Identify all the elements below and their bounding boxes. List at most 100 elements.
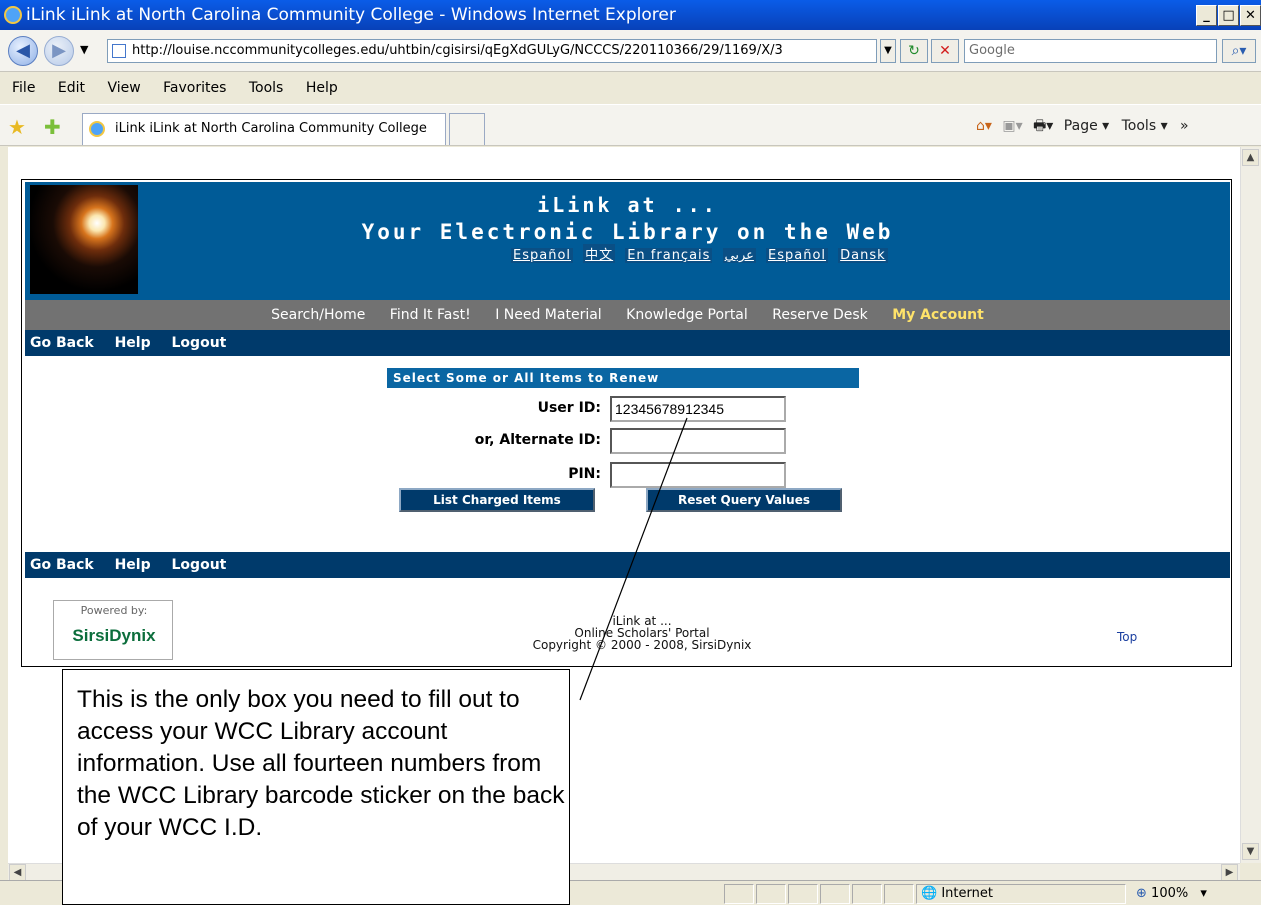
logout-link[interactable]: Logout <box>172 335 227 351</box>
menu-help[interactable]: Help <box>306 80 338 96</box>
lang-spanish[interactable]: Español <box>511 248 574 263</box>
zoom-dropdown-icon[interactable]: ▾ <box>1200 886 1207 901</box>
print-icon[interactable]: 🖶▾ <box>1033 118 1053 134</box>
ie-logo-icon <box>4 6 22 24</box>
window-title: iLink iLink at North Carolina Community … <box>26 5 676 25</box>
scroll-right-icon[interactable]: ▶ <box>1221 864 1238 881</box>
banner-line1: iLink at ... <box>537 193 718 217</box>
status-cell <box>756 884 786 904</box>
chevron-more-icon[interactable]: » <box>1180 118 1189 134</box>
history-dropdown-icon[interactable]: ▼ <box>80 43 88 56</box>
help-link[interactable]: Help <box>115 335 151 351</box>
menu-tools[interactable]: Tools <box>249 80 284 96</box>
alternate-id-input[interactable] <box>610 428 786 454</box>
address-url: http://louise.nccommunitycolleges.edu/uh… <box>132 43 783 58</box>
search-icon[interactable]: ⌕▾ <box>1222 39 1256 63</box>
banner: iLink at ... Your Electronic Library on … <box>25 182 1230 300</box>
nav-knowledge-portal[interactable]: Knowledge Portal <box>626 307 748 323</box>
list-charged-items-button[interactable]: List Charged Items <box>399 488 595 512</box>
zone-label: Internet <box>941 886 993 901</box>
close-button[interactable]: ✕ <box>1240 5 1261 26</box>
status-cell <box>884 884 914 904</box>
nav-i-need-material[interactable]: I Need Material <box>495 307 602 323</box>
maximize-button[interactable]: □ <box>1218 5 1239 26</box>
nav-my-account[interactable]: My Account <box>892 307 984 323</box>
status-cell <box>788 884 818 904</box>
address-toolbar: ◀ ▶ ▼ http://louise.nccommunitycolleges.… <box>0 30 1261 72</box>
main-nav: Search/Home Find It Fast! I Need Materia… <box>25 300 1230 330</box>
user-id-label: User ID: <box>537 400 601 416</box>
scroll-down-icon[interactable]: ▼ <box>1242 843 1259 860</box>
sirsidynix-logo[interactable]: Powered by: SirsiDynix <box>53 600 173 660</box>
status-cell <box>852 884 882 904</box>
ie-tab-icon <box>89 121 105 137</box>
menu-bar: File Edit View Favorites Tools Help <box>0 73 1261 103</box>
subnav-top: Go Back Help Logout <box>25 330 1230 356</box>
sirsidynix-wordmark: SirsiDynix <box>72 626 156 645</box>
powered-by-label: Powered by: <box>80 604 148 617</box>
window-title-bar[interactable]: iLink iLink at North Carolina Community … <box>0 0 1261 30</box>
logout-link-bottom[interactable]: Logout <box>172 557 227 573</box>
vertical-scrollbar[interactable]: ▲ ▼ <box>1240 147 1261 863</box>
scroll-left-icon[interactable]: ◀ <box>9 864 26 881</box>
menu-favorites[interactable]: Favorites <box>163 80 226 96</box>
tab-ilink[interactable]: iLink iLink at North Carolina Community … <box>82 113 446 145</box>
banner-line2: Your Electronic Library on the Web <box>361 220 894 244</box>
address-dropdown-icon[interactable]: ▼ <box>880 39 896 63</box>
tab-bar: ★ ✚ iLink iLink at North Carolina Commun… <box>0 104 1261 146</box>
footer-text: iLink at ... Online Scholars' Portal Cop… <box>442 615 842 651</box>
ilink-page: iLink at ... Your Electronic Library on … <box>21 179 1232 667</box>
lang-spanish-2[interactable]: Español <box>766 248 829 263</box>
stop-icon[interactable]: ✕ <box>931 39 959 63</box>
zoom-icon: ⊕ <box>1136 886 1147 901</box>
footer-line3: Copyright © 2000 - 2008, SirsiDynix <box>532 638 752 652</box>
address-input[interactable]: http://louise.nccommunitycolleges.edu/uh… <box>107 39 877 63</box>
pin-label: PIN: <box>568 466 601 482</box>
zoom-level: 100% <box>1151 886 1189 901</box>
globe-icon: 🌐 <box>921 886 938 901</box>
go-back-link[interactable]: Go Back <box>30 335 94 351</box>
tools-menu[interactable]: Tools ▾ <box>1122 118 1168 134</box>
lang-french[interactable]: En français <box>625 248 713 263</box>
home-icon[interactable]: ⌂▾ <box>976 118 992 134</box>
favorites-star-icon[interactable]: ★ <box>8 115 26 139</box>
lang-arabic[interactable]: عربي <box>722 248 756 263</box>
zoom-control[interactable]: ⊕ 100% ▾ <box>1136 886 1207 901</box>
refresh-icon[interactable]: ↻ <box>900 39 928 63</box>
new-tab-button[interactable] <box>449 113 485 145</box>
feeds-icon[interactable]: ▣▾ <box>1002 118 1022 134</box>
help-link-bottom[interactable]: Help <box>115 557 151 573</box>
status-cell <box>820 884 850 904</box>
banner-title: iLink at ... Your Electronic Library on … <box>25 192 1230 246</box>
menu-file[interactable]: File <box>12 80 35 96</box>
forward-icon[interactable]: ▶ <box>44 36 74 66</box>
instruction-callout: This is the only box you need to fill ou… <box>62 669 570 905</box>
add-favorite-icon[interactable]: ✚ <box>44 115 61 139</box>
subnav-bottom: Go Back Help Logout <box>25 552 1230 578</box>
lang-danish[interactable]: Dansk <box>838 248 888 263</box>
command-bar: ⌂▾ ▣▾ 🖶▾ Page ▾ Tools ▾ » <box>976 115 1189 139</box>
search-input[interactable]: Google <box>964 39 1217 63</box>
back-icon[interactable]: ◀ <box>8 36 38 66</box>
go-back-link-bottom[interactable]: Go Back <box>30 557 94 573</box>
nav-reserve-desk[interactable]: Reserve Desk <box>772 307 868 323</box>
alternate-id-label: or, Alternate ID: <box>474 432 601 448</box>
status-cell <box>724 884 754 904</box>
user-id-input[interactable]: 12345678912345 <box>610 396 786 422</box>
form-header: Select Some or All Items to Renew <box>387 368 859 388</box>
nav-find-it-fast[interactable]: Find It Fast! <box>390 307 471 323</box>
menu-edit[interactable]: Edit <box>58 80 85 96</box>
lang-chinese[interactable]: 中文 <box>583 244 616 263</box>
reset-query-values-button[interactable]: Reset Query Values <box>646 488 842 512</box>
nav-search-home[interactable]: Search/Home <box>271 307 365 323</box>
zone-indicator[interactable]: 🌐 Internet <box>916 884 1126 904</box>
page-menu[interactable]: Page ▾ <box>1064 118 1109 134</box>
minimize-button[interactable]: _ <box>1196 5 1217 26</box>
menu-view[interactable]: View <box>107 80 140 96</box>
page-icon <box>112 44 126 58</box>
pin-input[interactable] <box>610 462 786 488</box>
scroll-up-icon[interactable]: ▲ <box>1242 149 1259 166</box>
top-link[interactable]: Top <box>1117 630 1137 644</box>
tab-label: iLink iLink at North Carolina Community … <box>115 121 427 136</box>
language-links: Español 中文 En français عربي Español Dans… <box>511 244 893 264</box>
